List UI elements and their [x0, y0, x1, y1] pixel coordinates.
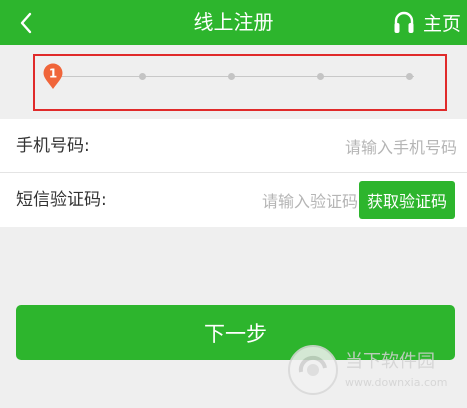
svg-text:当下软件园: 当下软件园 — [345, 351, 435, 372]
svg-text:www.downxia.com: www.downxia.com — [345, 376, 447, 389]
phone-label: 手机号码: — [16, 136, 90, 156]
get-code-button[interactable]: 获取验证码 — [359, 181, 455, 219]
headset-icon — [394, 11, 414, 33]
header-bar: 线上注册 主页 — [0, 0, 467, 45]
step-progress: 1 — [0, 45, 467, 119]
watermark-logo: 当下软件园 www.downxia.com — [288, 345, 447, 395]
highlight-box — [33, 54, 447, 111]
code-label: 短信验证码: — [16, 190, 107, 210]
code-row: 短信验证码: 获取验证码 — [0, 173, 467, 227]
phone-input[interactable] — [200, 131, 459, 163]
home-label: 主页 — [422, 13, 461, 35]
code-input[interactable] — [170, 185, 360, 217]
registration-form: 手机号码: 短信验证码: 获取验证码 — [0, 119, 467, 227]
phone-row: 手机号码: — [0, 119, 467, 173]
home-button[interactable]: 主页 — [393, 0, 461, 45]
